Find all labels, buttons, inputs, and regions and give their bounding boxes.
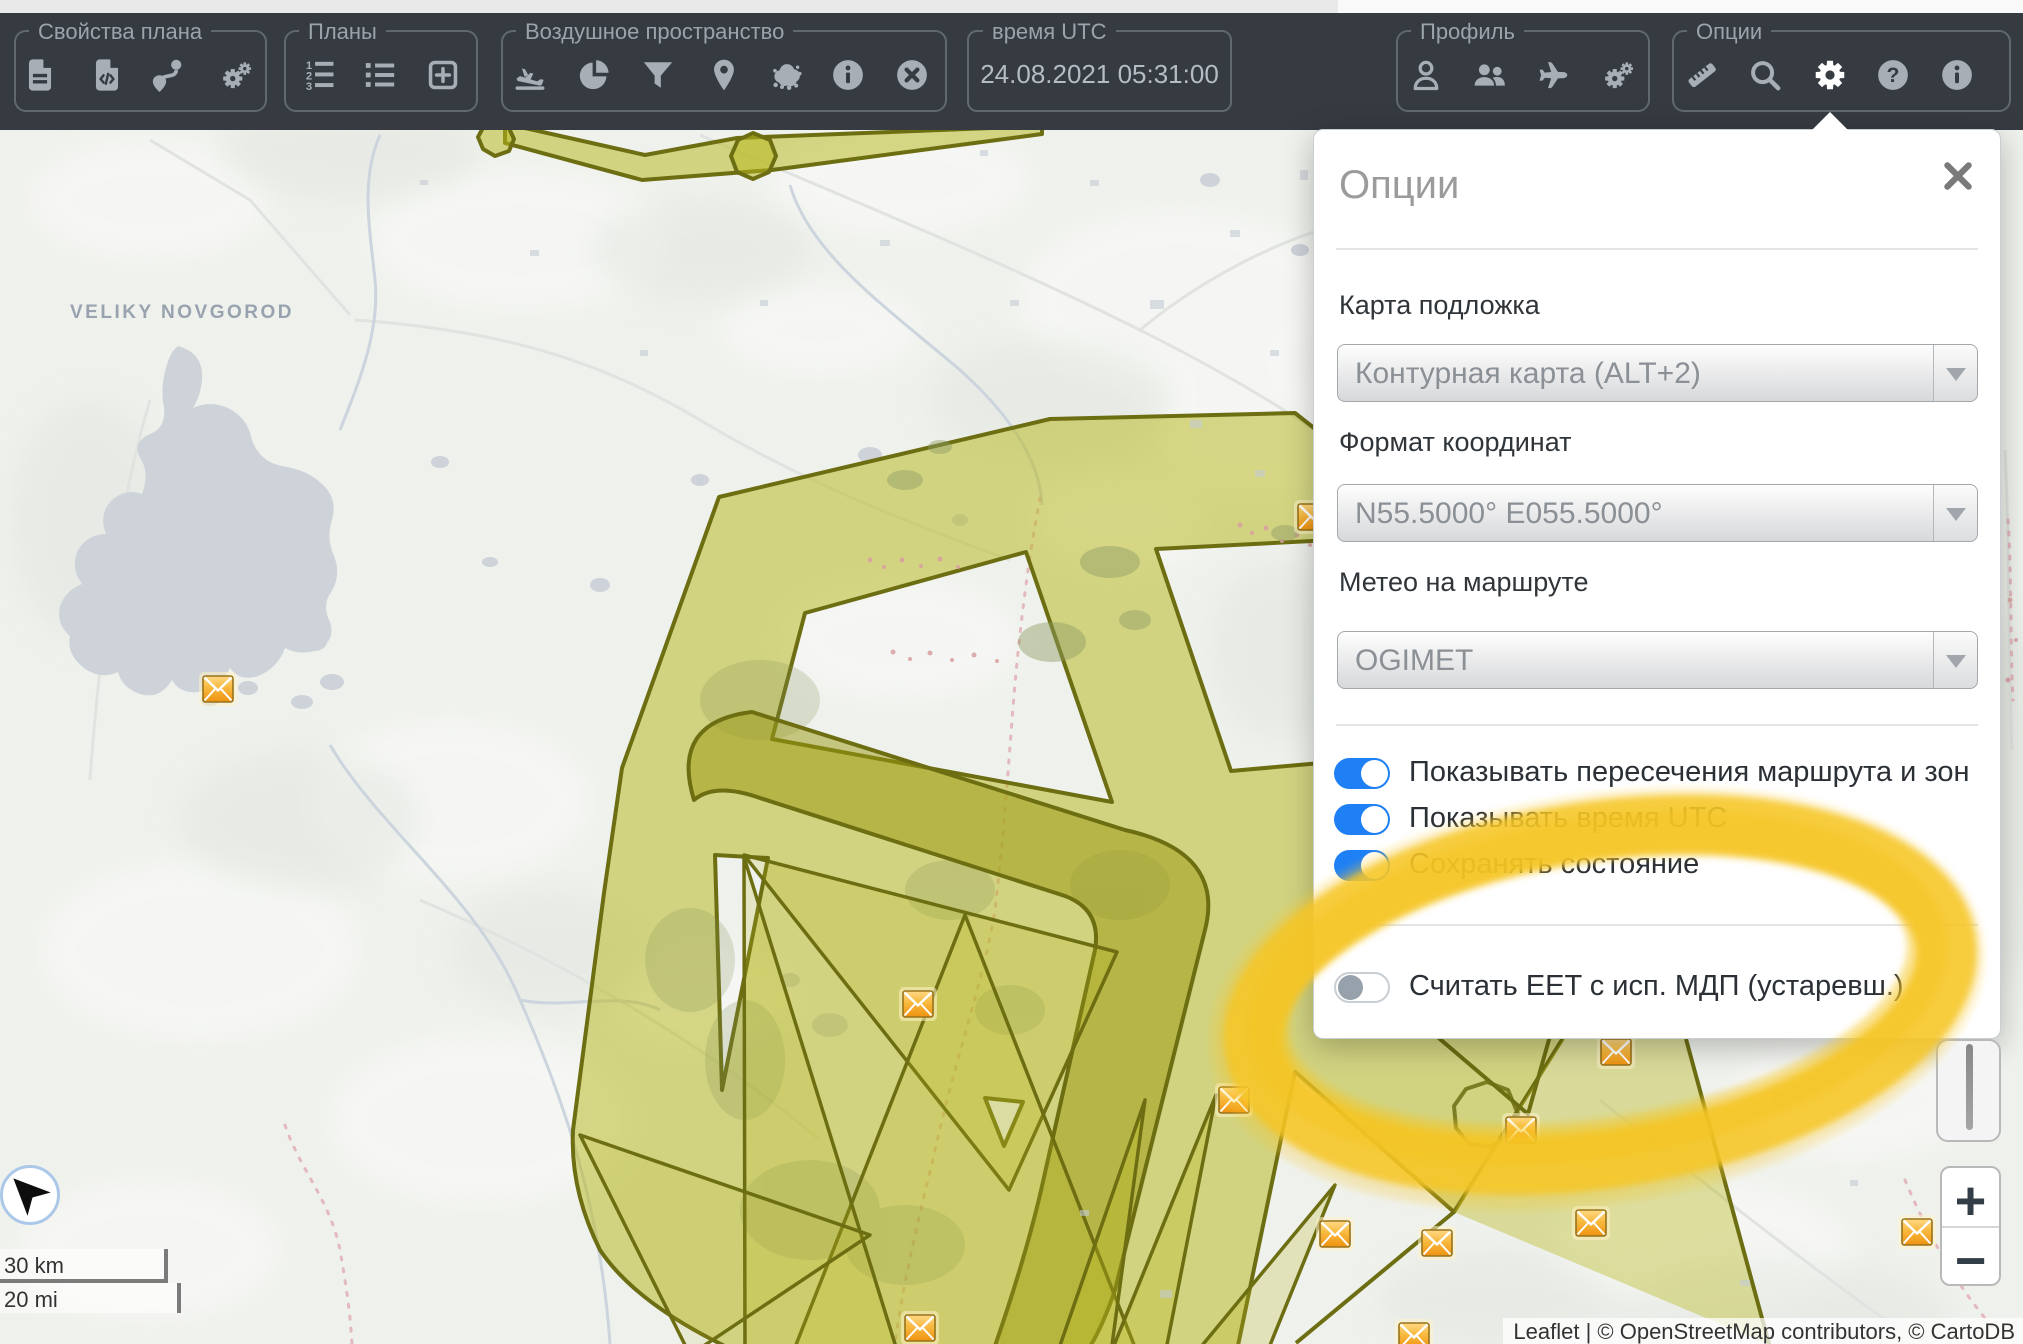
svg-text:?: ? — [1887, 63, 1900, 87]
svg-text:VELIKY NOVGOROD: VELIKY NOVGOROD — [70, 302, 294, 323]
svg-text:3: 3 — [306, 81, 312, 92]
